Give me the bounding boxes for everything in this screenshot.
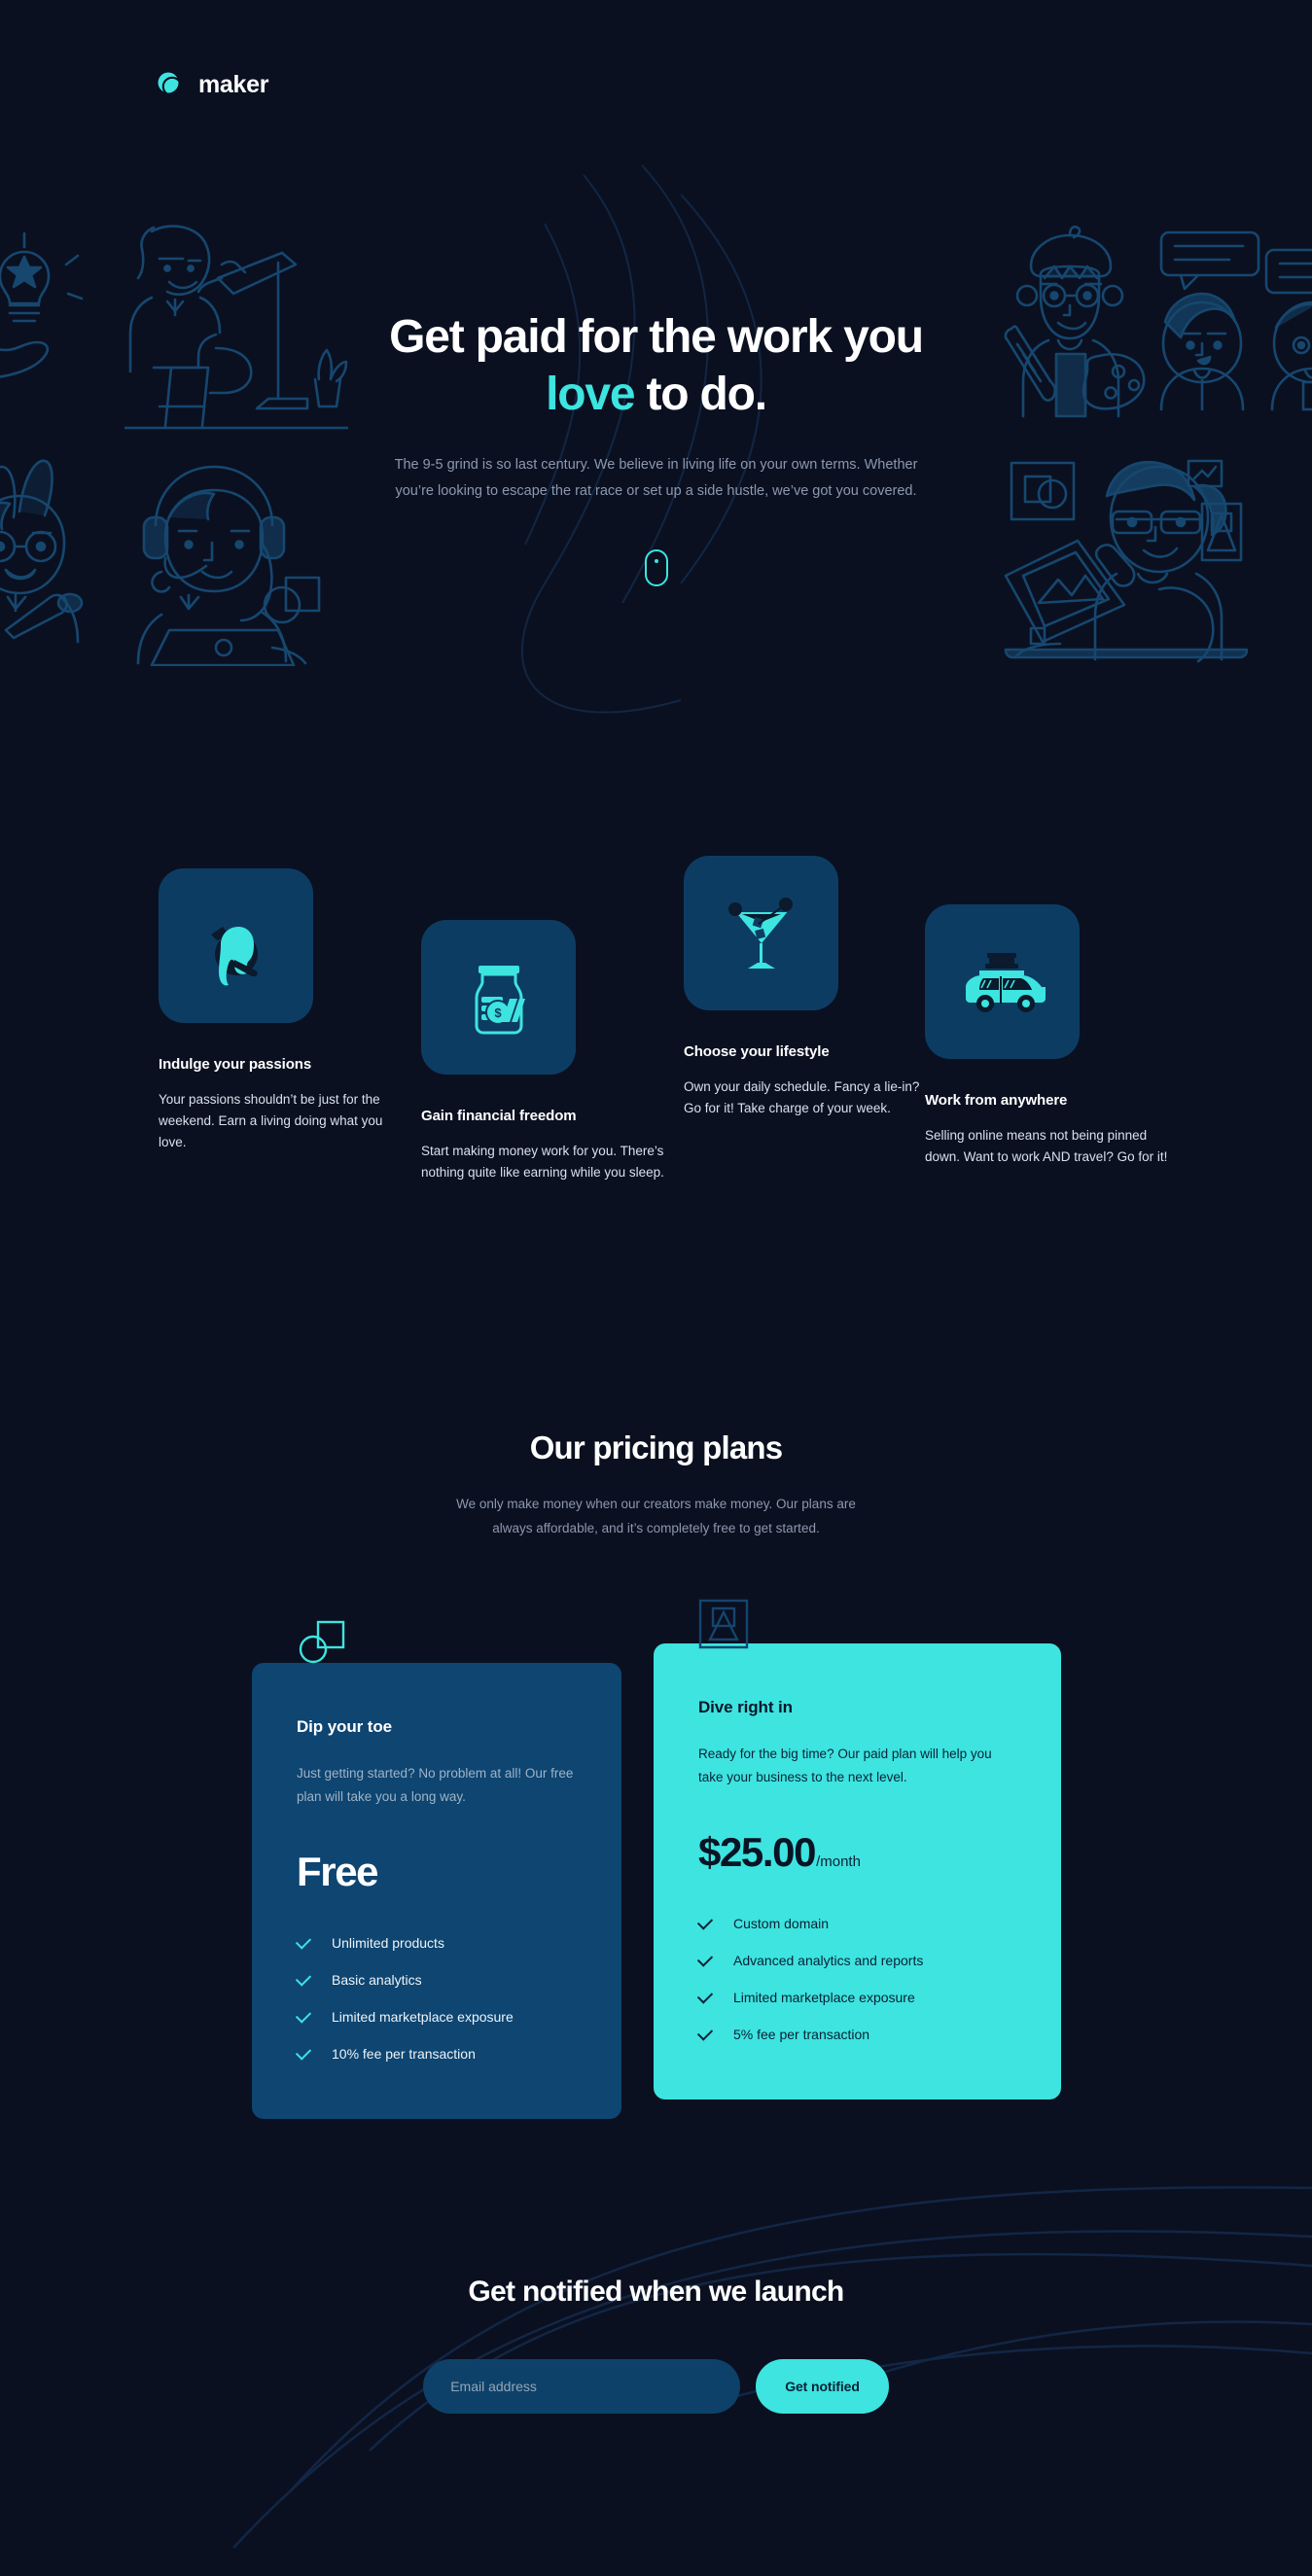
scroll-mouse-icon[interactable] xyxy=(644,548,668,586)
hero-section: Get paid for the work you love to do. Th… xyxy=(0,309,1312,586)
money-jar-icon: $ xyxy=(475,965,525,1034)
feature-title: Gain financial freedom xyxy=(421,1108,577,1124)
hero-title: Get paid for the work you love to do. xyxy=(384,309,929,423)
plan-feature-item: Limited marketplace exposure xyxy=(295,1998,577,2035)
check-icon xyxy=(295,1970,312,1987)
scroll-wheel-dot-icon xyxy=(654,558,658,563)
plan-feature-label: Custom domain xyxy=(733,1916,830,1932)
cocktail-glass-icon xyxy=(727,897,793,969)
square-triangle-badge-icon xyxy=(698,1599,749,1649)
check-icon xyxy=(696,2025,714,2041)
pricing-plans: Dip your toe Just getting started? No pr… xyxy=(0,1599,1312,2120)
hero-subtitle: The 9-5 grind is so last century. We bel… xyxy=(394,457,918,499)
plan-feature-item: 5% fee per transaction xyxy=(696,2016,1016,2053)
check-icon xyxy=(696,1988,714,2004)
feature-icon-tile xyxy=(925,904,1080,1059)
pricing-heading: Our pricing plans xyxy=(529,1429,783,1465)
check-icon xyxy=(295,2044,312,2061)
plan-price-amount: $25.00 xyxy=(698,1829,816,1876)
plan-feature-label: Unlimited products xyxy=(332,1935,444,1952)
feature-title: Choose your lifestyle xyxy=(684,1043,830,1060)
circle-square-badge-icon xyxy=(297,1618,347,1669)
feature-icon-tile: $ xyxy=(421,920,576,1075)
email-field[interactable] xyxy=(423,2359,741,2414)
feature-description: Own your daily schedule. Fancy a lie-in?… xyxy=(684,1079,920,1115)
check-icon xyxy=(696,1914,714,1930)
feature-description: Start making money work for you. There’s… xyxy=(421,1144,664,1180)
plan-feature-item: 10% fee per transaction xyxy=(295,2035,577,2072)
plan-feature-item: Basic analytics xyxy=(295,1961,577,1998)
feature-card-work-from-anywhere: Work from anywhere Selling online means … xyxy=(925,904,1168,1168)
hero-title-part2: to do. xyxy=(634,368,767,420)
pricing-card-free[interactable]: Dip your toe Just getting started? No pr… xyxy=(252,1620,621,2120)
check-icon xyxy=(696,1951,714,1967)
get-notified-button[interactable]: Get notified xyxy=(756,2359,889,2414)
svg-text:$: $ xyxy=(494,1006,502,1020)
plan-feature-item: Custom domain xyxy=(696,1905,1016,1942)
pricing-header: Our pricing plans We only make money whe… xyxy=(0,1429,1312,1541)
plan-price: $25.00 /month xyxy=(698,1829,1016,1876)
plan-feature-label: Advanced analytics and reports xyxy=(733,1953,924,1969)
hero-title-accent: love xyxy=(546,368,635,420)
plan-blurb: Just getting started? No problem at all!… xyxy=(297,1766,574,1804)
pricing-subheading: We only make money when our creators mak… xyxy=(456,1497,856,1535)
feature-icon-tile xyxy=(159,868,313,1023)
plan-name: Dive right in xyxy=(698,1698,793,1716)
plan-feature-list: Custom domain Advanced analytics and rep… xyxy=(696,1905,1016,2053)
hero-title-part1: Get paid for the work you xyxy=(389,311,924,363)
features-section: Indulge your passions Your passions shou… xyxy=(0,856,1312,1274)
cat-paint-icon xyxy=(210,926,258,985)
check-icon xyxy=(295,1933,312,1950)
feature-card-indulge-your-passions: Indulge your passions Your passions shou… xyxy=(159,868,402,1153)
feature-icon-tile xyxy=(684,856,838,1010)
landing-page: maker Get paid for the work you love to … xyxy=(0,0,1312,2576)
plan-feature-label: 10% fee per transaction xyxy=(332,2046,476,2063)
plan-feature-item: Limited marketplace exposure xyxy=(696,1979,1016,2016)
plan-feature-item: Advanced analytics and reports xyxy=(696,1942,1016,1979)
maker-circle-logo-icon xyxy=(156,70,185,99)
feature-title: Work from anywhere xyxy=(925,1092,1068,1109)
plan-price-period: /month xyxy=(816,1853,861,1871)
plan-name: Dip your toe xyxy=(297,1717,392,1736)
pricing-card-paid[interactable]: Dive right in Ready for the big time? Ou… xyxy=(654,1599,1061,2100)
newsletter-form: Get notified xyxy=(0,2359,1312,2414)
feature-card-gain-financial-freedom: $ Gain financial freedom Start making mo… xyxy=(421,920,664,1183)
logo-text[interactable]: maker xyxy=(198,71,268,99)
plan-price: Free xyxy=(297,1849,577,1895)
plan-feature-label: Limited marketplace exposure xyxy=(733,1990,915,2006)
site-header: maker xyxy=(156,70,268,99)
feature-card-choose-your-lifestyle: Choose your lifestyle Own your daily sch… xyxy=(684,856,927,1119)
check-icon xyxy=(295,2007,312,2024)
newsletter-section: Get notified when we launch Get notified xyxy=(0,2276,1312,2414)
feature-title: Indulge your passions xyxy=(159,1056,312,1073)
plan-feature-label: 5% fee per transaction xyxy=(733,2027,870,2043)
plan-price-amount: Free xyxy=(297,1849,379,1895)
feature-description: Your passions shouldn’t be just for the … xyxy=(159,1092,383,1149)
plan-feature-list: Unlimited products Basic analytics Limit… xyxy=(295,1924,577,2072)
plan-blurb: Ready for the big time? Our paid plan wi… xyxy=(698,1747,992,1784)
plan-feature-label: Limited marketplace exposure xyxy=(332,2009,514,2026)
plan-feature-item: Unlimited products xyxy=(295,1924,577,1961)
feature-description: Selling online means not being pinned do… xyxy=(925,1128,1168,1164)
car-luggage-icon xyxy=(965,952,1046,1012)
plan-feature-label: Basic analytics xyxy=(332,1972,422,1989)
newsletter-heading: Get notified when we launch xyxy=(468,2276,844,2308)
